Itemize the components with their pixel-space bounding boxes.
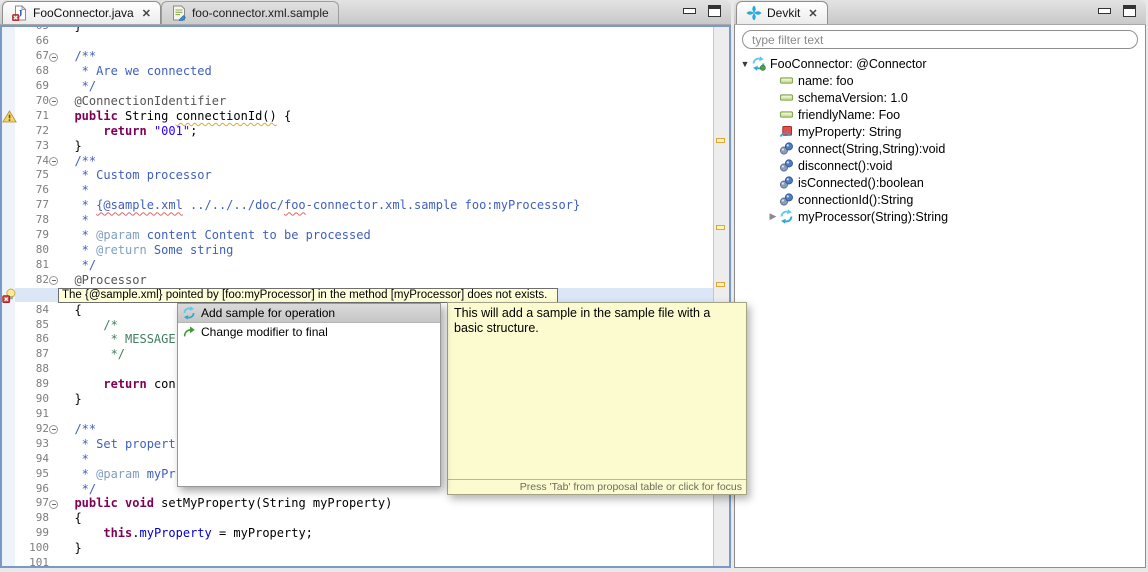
tree-row-myproperty[interactable]: myProperty: String — [735, 123, 1145, 140]
fold-marker[interactable] — [49, 52, 58, 62]
tab-label: foo-connector.xml.sample — [191, 6, 329, 20]
tree-row-disconnect[interactable]: disconnect():void — [735, 157, 1145, 174]
editor-window-buttons — [683, 5, 721, 17]
maximize-icon[interactable] — [708, 5, 721, 17]
configurable-icon — [779, 124, 794, 139]
method-icon — [779, 192, 794, 207]
quickfix-info-footer: Press 'Tab' from proposal table or click… — [448, 479, 746, 494]
quickfix-item-change-modifier-to-final[interactable]: Change modifier to final — [178, 323, 440, 341]
tree-item-label: connectionId():String — [798, 192, 914, 207]
editor-tabbar: J FooConnector.java ✕ foo-connector.xml.sam… — [0, 0, 731, 25]
overview-marker[interactable] — [716, 225, 725, 230]
minimize-icon[interactable] — [683, 8, 696, 14]
tree-item-label: myProperty: String — [798, 124, 902, 139]
tree-item-label: friendlyName: Foo — [798, 107, 901, 122]
close-icon[interactable]: ✕ — [142, 7, 151, 20]
attribute-icon — [779, 90, 794, 105]
tab-fooconnector-java[interactable]: J FooConnector.java ✕ — [2, 1, 161, 24]
quickfix-item-label: Change modifier to final — [201, 325, 328, 339]
tree-row-friendlyname[interactable]: friendlyName: Foo — [735, 106, 1145, 123]
tree-row-connectionid[interactable]: connectionId():String — [735, 191, 1145, 208]
tree-row-myprocessor[interactable]: ▶ myProcessor(String):String — [735, 208, 1145, 225]
overview-marker[interactable] — [716, 282, 725, 287]
quickfix-item-add-sample-for-operation[interactable]: Add sample for operation — [178, 304, 440, 323]
devkit-tabbar: Devkit ✕ — [734, 0, 1146, 25]
tree-item-label: schemaVersion: 1.0 — [798, 90, 908, 105]
attribute-icon — [779, 73, 794, 88]
close-icon[interactable]: ✕ — [808, 7, 817, 20]
devkit-tree: ▼ FooConnector: @Connector name: foo schema… — [735, 55, 1145, 567]
tree-item-label: isConnected():boolean — [798, 175, 924, 190]
chevron-down-icon[interactable]: ▼ — [739, 59, 751, 69]
processor-icon — [779, 209, 794, 224]
devkit-panel: Devkit ✕ ▼ FooConnector: @Connector name: … — [734, 0, 1146, 568]
connector-icon — [751, 56, 766, 71]
fold-marker[interactable] — [49, 499, 58, 509]
java-file-error-icon: J — [12, 5, 28, 22]
tab-devkit[interactable]: Devkit ✕ — [736, 1, 828, 24]
fold-marker[interactable] — [49, 157, 58, 166]
minimize-icon[interactable] — [1098, 8, 1111, 14]
sample-file-icon — [171, 5, 187, 23]
tree-item-label: myProcessor(String):String — [798, 209, 949, 224]
tree-row-fooconnector[interactable]: ▼ FooConnector: @Connector — [735, 55, 1145, 72]
change-modifier-icon — [182, 325, 196, 339]
quickfix-error-icon[interactable] — [2, 288, 17, 303]
filter-input[interactable] — [742, 30, 1138, 49]
tab-foo-connector-xml-sample[interactable]: foo-connector.xml.sample — [160, 1, 339, 24]
overview-marker[interactable] — [716, 138, 725, 143]
tab-label: FooConnector.java — [33, 6, 134, 20]
chevron-right-icon[interactable]: ▶ — [767, 211, 779, 222]
attribute-icon — [779, 107, 794, 122]
tree-row-schemaversion[interactable]: schemaVersion: 1.0 — [735, 89, 1145, 106]
method-icon — [779, 158, 794, 173]
devkit-window-buttons — [1098, 5, 1136, 17]
error-tooltip: The {@sample.xml} pointed by [foo:myProc… — [58, 288, 558, 304]
eclipse-window: J FooConnector.java ✕ foo-connector.xml.sam… — [0, 0, 1148, 572]
warning-icon[interactable] — [2, 109, 17, 124]
devkit-content: ▼ FooConnector: @Connector name: foo schema… — [734, 25, 1146, 568]
tree-item-label: name: foo — [798, 73, 854, 88]
quickfix-info-text: This will add a sample in the sample fil… — [454, 306, 711, 335]
devkit-tab-label: Devkit — [767, 6, 801, 20]
tree-item-label: connect(String,String):void — [798, 141, 946, 156]
tree-row-isconnected[interactable]: isConnected():boolean — [735, 174, 1145, 191]
tree-item-label: disconnect():void — [798, 158, 893, 173]
quickfix-popup[interactable]: Add sample for operation Change modifier … — [177, 303, 441, 487]
method-icon — [779, 175, 794, 190]
quickfix-info-box: This will add a sample in the sample fil… — [447, 302, 747, 495]
maximize-icon[interactable] — [1123, 5, 1136, 17]
tree-row-name[interactable]: name: foo — [735, 72, 1145, 89]
tree-row-connect[interactable]: connect(String,String):void — [735, 140, 1145, 157]
processor-icon — [182, 306, 196, 320]
tree-item-label: FooConnector: @Connector — [770, 56, 927, 71]
method-icon — [779, 141, 794, 156]
devkit-logo-icon — [746, 5, 762, 21]
quickfix-item-label: Add sample for operation — [201, 306, 336, 320]
